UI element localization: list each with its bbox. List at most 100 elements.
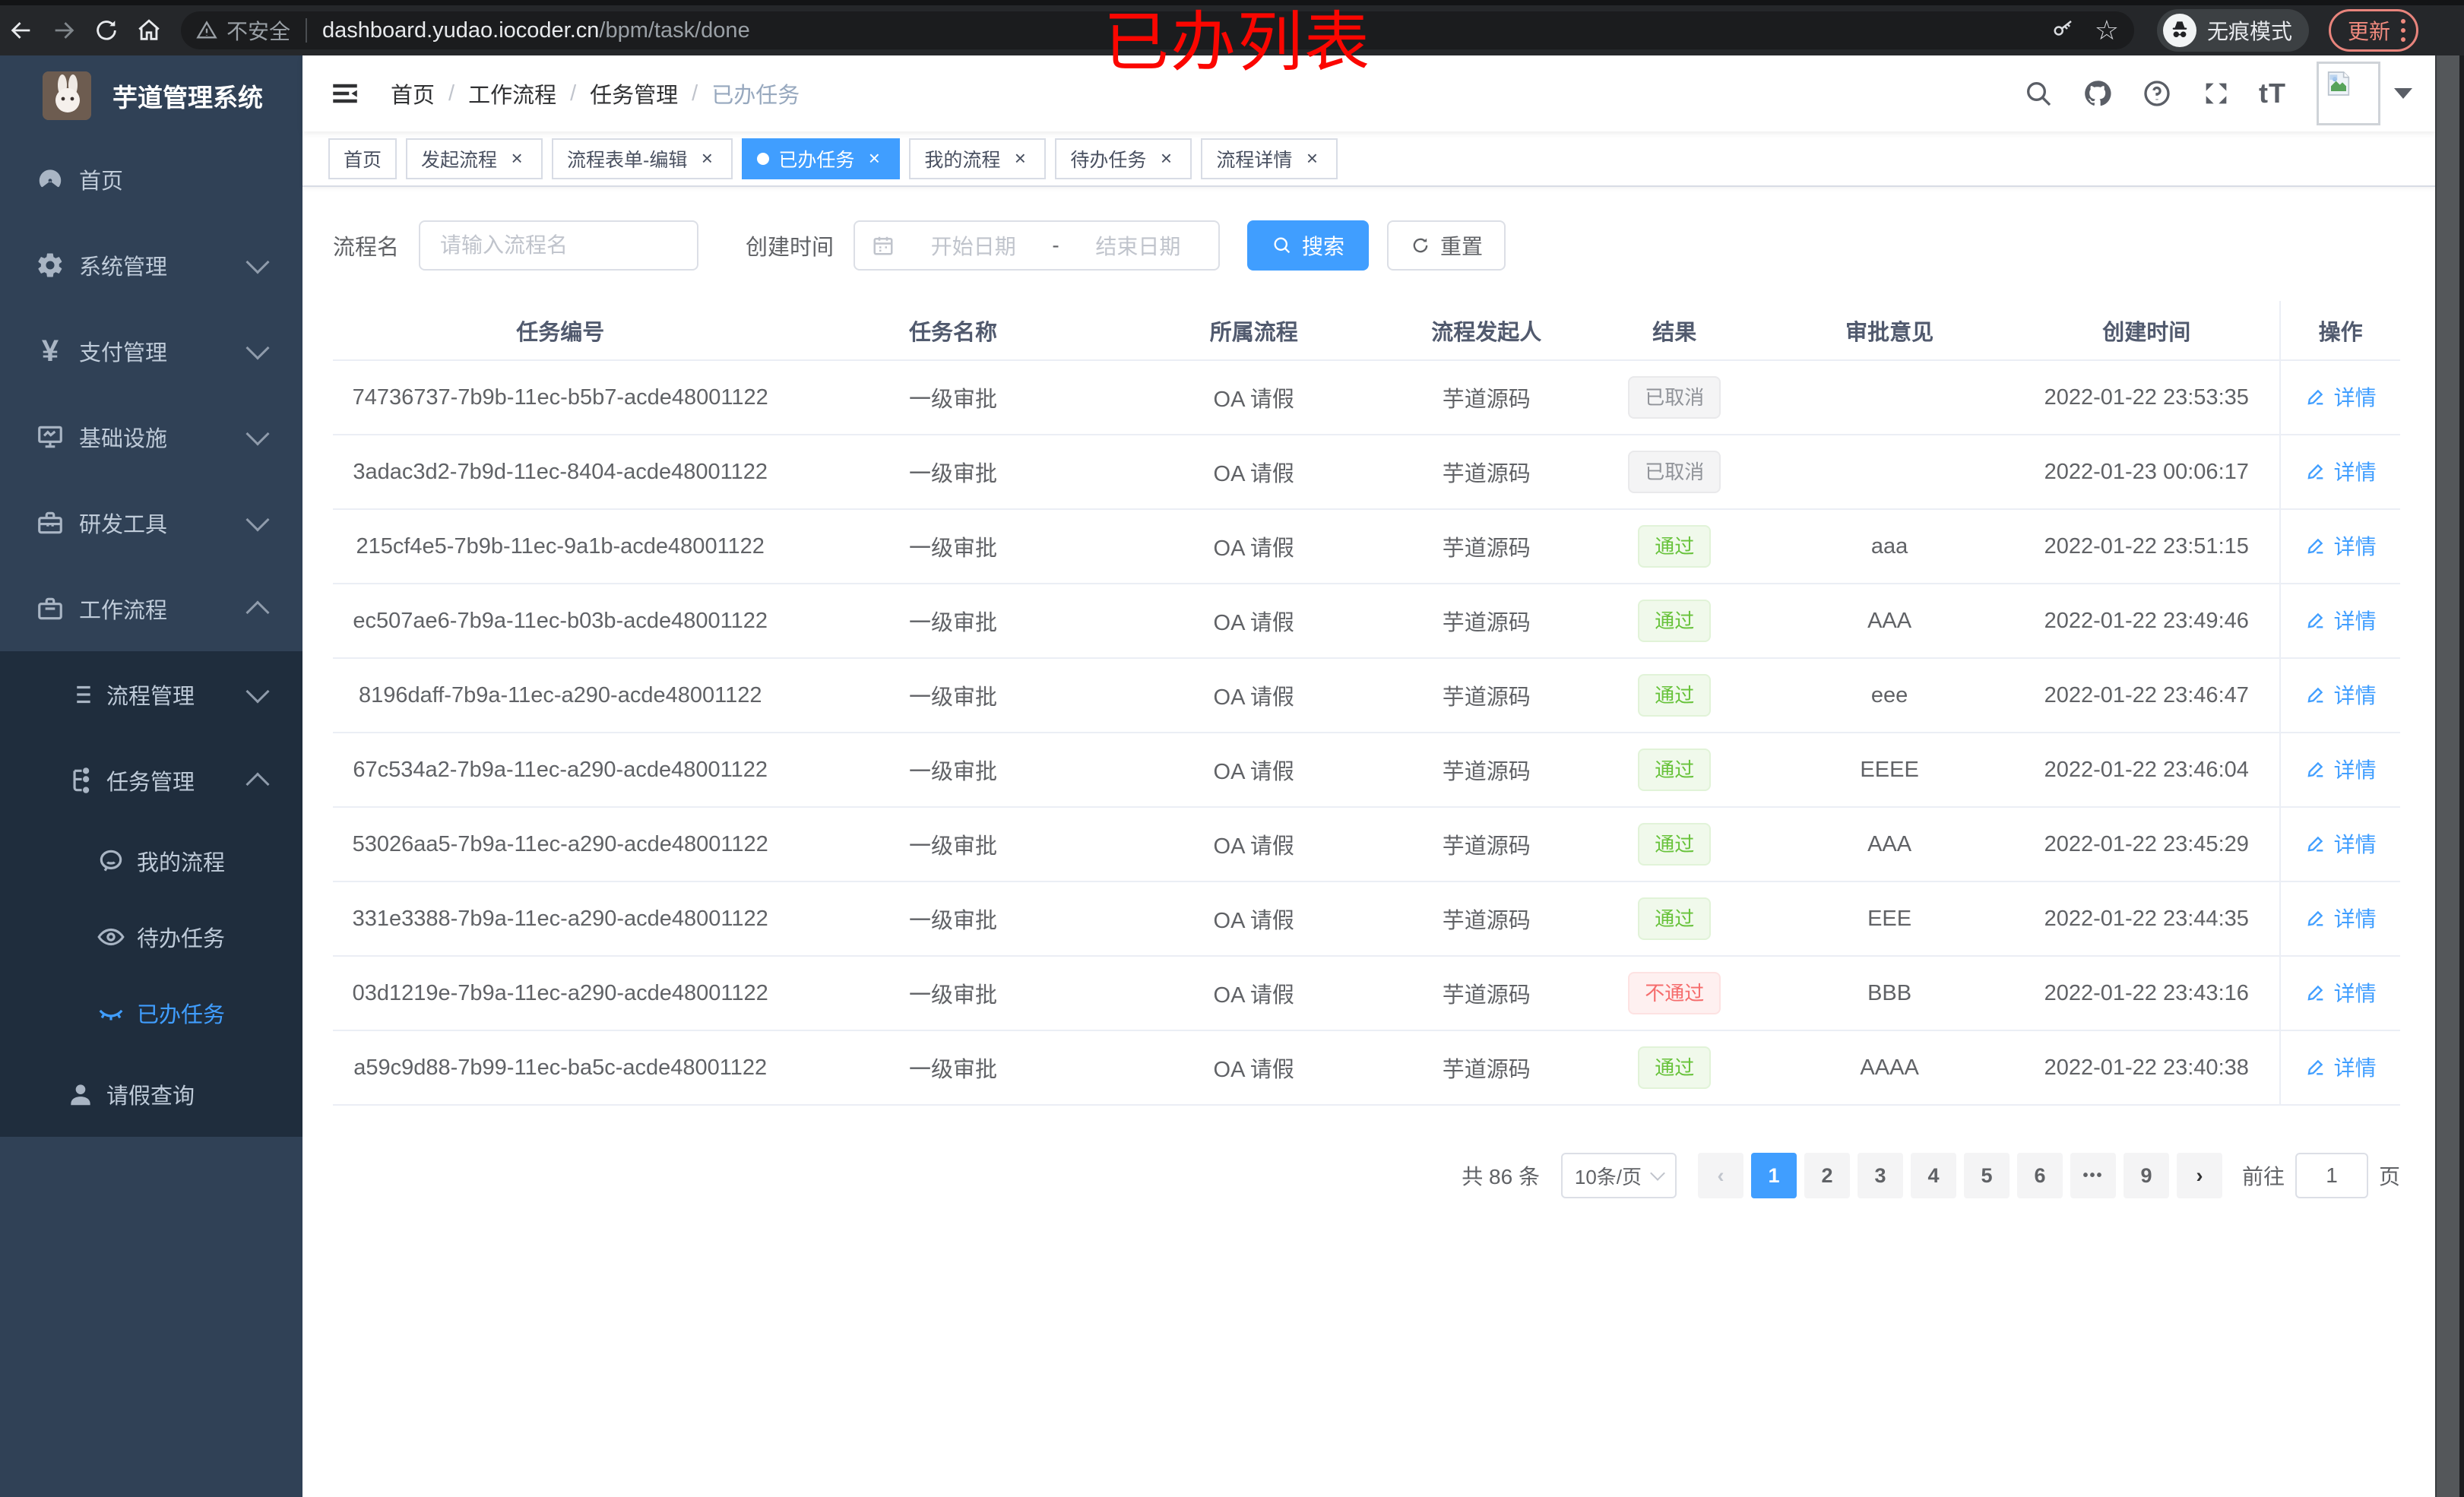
detail-link[interactable]: 详情 [2305, 1052, 2377, 1082]
sidebar-item-leave-query[interactable]: 请假查询 [0, 1051, 302, 1137]
edit-icon [2307, 612, 2323, 628]
chevron-down-icon [245, 507, 270, 532]
reset-button[interactable]: 重置 [1387, 220, 1506, 271]
logo-row[interactable]: 芋道管理系统 [0, 55, 302, 136]
font-size-icon[interactable]: tT [2259, 78, 2286, 109]
search-icon [1274, 237, 1291, 254]
tab-start-process[interactable]: 发起流程 × [406, 138, 543, 179]
detail-link[interactable]: 详情 [2305, 381, 2377, 412]
date-range-input[interactable]: 开始日期 - 结束日期 [854, 220, 1221, 271]
detail-link[interactable]: 详情 [2305, 456, 2377, 486]
bookmark-star-icon[interactable]: ☆ [2095, 14, 2119, 46]
page-button-9[interactable]: 9 [2123, 1153, 2169, 1198]
close-icon[interactable]: × [506, 147, 527, 170]
browser-forward-icon[interactable] [43, 9, 85, 52]
sidebar-item-task-mgmt[interactable]: 任务管理 [0, 737, 302, 823]
edit-icon [2307, 687, 2323, 703]
incognito-badge: 无痕模式 [2157, 9, 2310, 52]
sidebar-item-payment[interactable]: ¥ 支付管理 [0, 308, 302, 394]
page-button-2[interactable]: 2 [1804, 1153, 1850, 1198]
page-button-3[interactable]: 3 [1857, 1153, 1903, 1198]
logo-image [43, 71, 91, 120]
browser-reload-icon[interactable] [85, 9, 128, 52]
edit-icon [2307, 985, 2323, 1001]
breadcrumb-home[interactable]: 首页 [391, 78, 435, 109]
page-button-4[interactable]: 4 [1910, 1153, 1956, 1198]
sidebar-collapse-icon[interactable] [327, 75, 363, 112]
detail-link[interactable]: 详情 [2305, 828, 2377, 859]
sidebar-item-my-process[interactable]: 我的流程 [0, 823, 302, 899]
warning-icon [196, 21, 217, 39]
help-icon[interactable] [2140, 77, 2174, 110]
app-title: 芋道管理系统 [112, 84, 263, 112]
page-button-6[interactable]: 6 [2016, 1153, 2063, 1198]
done-task-table: 任务编号 任务名称 所属流程 流程发起人 结果 审批意见 创建时间 操作 747… [333, 301, 2400, 1106]
detail-link[interactable]: 详情 [2305, 903, 2377, 933]
table-row: 03d1219e-7b9a-11ec-a290-acde48001122 一级审… [333, 956, 2400, 1031]
table-row: 67c534a2-7b9a-11ec-a290-acde48001122 一级审… [333, 733, 2400, 808]
close-icon[interactable]: × [1009, 147, 1031, 170]
sidebar-item-done-tasks[interactable]: 已办任务 [0, 975, 302, 1051]
fullscreen-icon[interactable] [2200, 77, 2233, 110]
page-button-1[interactable]: 1 [1750, 1153, 1797, 1198]
page-button-5[interactable]: 5 [1963, 1153, 2010, 1198]
browser-back-icon[interactable] [0, 9, 43, 52]
close-icon[interactable]: × [1155, 147, 1177, 170]
avatar[interactable] [2317, 62, 2380, 125]
close-icon[interactable]: × [1301, 147, 1322, 170]
create-time-label: 创建时间 [746, 236, 835, 260]
omnibox-divider [306, 18, 308, 43]
close-icon[interactable]: × [696, 147, 717, 170]
browser-menu-icon[interactable] [2401, 19, 2406, 42]
goto-page-input[interactable] [2295, 1153, 2368, 1198]
detail-link[interactable]: 详情 [2305, 754, 2377, 784]
page-size-select[interactable]: 10条/页 [1560, 1153, 1677, 1198]
url-text: dashboard.yudao.iocoder.cn/bpm/task/done [322, 17, 750, 43]
tab-home[interactable]: 首页 [328, 138, 397, 179]
breadcrumb-workflow[interactable]: 工作流程 [468, 78, 556, 109]
table-row: 8196daff-7b9a-11ec-a290-acde48001122 一级审… [333, 658, 2400, 733]
search-icon[interactable] [2022, 77, 2055, 110]
sidebar-item-todo-tasks[interactable]: 待办任务 [0, 899, 302, 975]
prev-page-button[interactable]: ‹ [1697, 1153, 1743, 1198]
browser-home-icon[interactable] [128, 9, 170, 52]
detail-link[interactable]: 详情 [2305, 605, 2377, 635]
detail-link[interactable]: 详情 [2305, 977, 2377, 1008]
more-pages-button[interactable]: ••• [2070, 1153, 2116, 1198]
sidebar: 芋道管理系统 首页 系统管理 ¥ 支付管理 基础设施 研发工具 工作流程 流程管… [0, 55, 302, 1497]
detail-link[interactable]: 详情 [2305, 679, 2377, 710]
breadcrumb-task-mgmt[interactable]: 任务管理 [590, 78, 678, 109]
next-page-button[interactable]: › [2176, 1153, 2222, 1198]
chevron-down-icon [1650, 1166, 1665, 1181]
password-key-icon[interactable] [2052, 17, 2075, 44]
sidebar-item-home[interactable]: 首页 [0, 136, 302, 222]
user-icon [64, 1078, 97, 1111]
sidebar-item-workflow[interactable]: 工作流程 [0, 565, 302, 651]
process-name-input[interactable] [419, 220, 699, 271]
page-scrollbar[interactable] [2435, 55, 2464, 1497]
user-menu[interactable] [2317, 62, 2412, 125]
sidebar-item-infra[interactable]: 基础设施 [0, 394, 302, 479]
sidebar-item-process-mgmt[interactable]: 流程管理 [0, 651, 302, 737]
browser-update-button[interactable]: 更新 [2329, 9, 2419, 52]
tab-process-detail[interactable]: 流程详情 × [1201, 138, 1338, 179]
tab-my-process[interactable]: 我的流程 × [909, 138, 1047, 179]
status-badge: 通过 [1638, 823, 1712, 866]
goto-label: 前往 [2241, 1165, 2285, 1188]
briefcase-icon [33, 592, 67, 625]
detail-link[interactable]: 详情 [2305, 530, 2377, 561]
incognito-icon [2163, 14, 2196, 47]
sidebar-item-system[interactable]: 系统管理 [0, 222, 302, 308]
chevron-down-icon [245, 679, 270, 704]
chevron-down-icon [245, 421, 270, 446]
security-chip[interactable]: 不安全 [196, 15, 290, 46]
search-button[interactable]: 搜索 [1247, 220, 1370, 271]
table-row: 74736737-7b9b-11ec-b5b7-acde48001122 一级审… [333, 360, 2400, 435]
sidebar-item-devtools[interactable]: 研发工具 [0, 479, 302, 565]
github-icon[interactable] [2081, 77, 2114, 110]
col-result: 结果 [1583, 301, 1766, 361]
tab-todo-tasks[interactable]: 待办任务 × [1055, 138, 1192, 179]
tab-form-edit[interactable]: 流程表单-编辑 × [552, 138, 733, 179]
tab-done-tasks[interactable]: 已办任务 × [742, 138, 901, 179]
close-icon[interactable]: × [863, 147, 885, 170]
